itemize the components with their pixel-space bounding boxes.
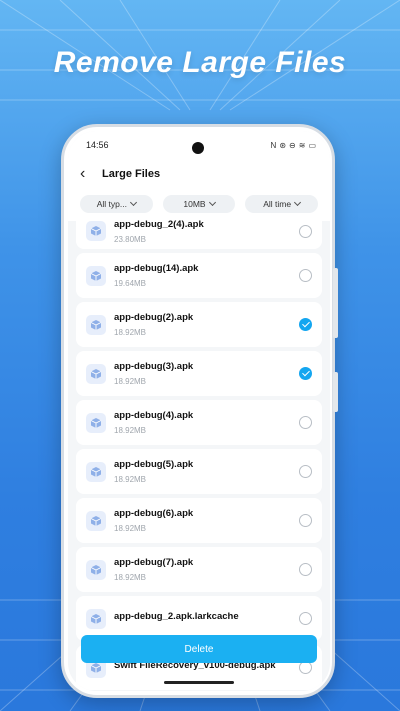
wifi-calling-icon: ⊛: [279, 140, 287, 150]
file-info: app-debug(5).apk 18.92MB: [114, 459, 299, 484]
file-size: 18.92MB: [114, 524, 147, 533]
file-name: app-debug(5).apk: [114, 459, 194, 470]
filter-type-label: All typ...: [96, 199, 127, 209]
file-name: app-debug(14).apk: [114, 263, 199, 274]
page-title: Large Files: [102, 168, 161, 180]
apk-file-icon: [86, 221, 106, 241]
chevron-down-icon: [294, 198, 302, 207]
file-size: 19.64MB: [114, 279, 147, 288]
apk-file-icon: [86, 265, 106, 286]
file-info: app-debug(3).apk 18.92MB: [114, 361, 299, 386]
apk-file-icon: [86, 412, 106, 433]
phone-side-button: [333, 372, 338, 412]
list-item[interactable]: app-debug(3).apk 18.92MB: [76, 351, 322, 396]
file-info: app-debug(4).apk 18.92MB: [114, 410, 299, 435]
status-time: 14:56: [86, 140, 109, 150]
filter-size-label: 10MB: [183, 199, 206, 209]
list-item[interactable]: app-debug(14).apk 19.64MB: [76, 253, 322, 298]
battery-icon: ▭: [308, 140, 316, 150]
select-checkbox[interactable]: [299, 318, 312, 331]
file-size: 23.80MB: [114, 234, 147, 244]
file-info: app-debug(7).apk 18.92MB: [114, 557, 299, 582]
list-item[interactable]: app-debug(6).apk 18.92MB: [76, 498, 322, 543]
file-size: 18.92MB: [114, 475, 147, 484]
file-size: 18.92MB: [114, 328, 147, 337]
select-checkbox[interactable]: [299, 563, 312, 576]
file-info: app-debug_2(4).apk 23.80MB: [114, 219, 299, 244]
file-name: app-debug(3).apk: [114, 361, 194, 372]
file-size: 18.92MB: [114, 426, 147, 435]
filter-size-dropdown[interactable]: 10MB: [162, 195, 236, 213]
file-name: app-debug_2(4).apk: [114, 218, 204, 230]
file-info: app-debug(2).apk 18.92MB: [114, 312, 299, 337]
home-indicator: [164, 681, 234, 684]
file-name: app-debug(2).apk: [114, 312, 194, 323]
back-arrow-icon[interactable]: ‹: [80, 165, 102, 183]
filter-type-dropdown[interactable]: All typ...: [80, 195, 153, 213]
file-list: app-debug_2(4).apk 23.80MB app-debug(14).a…: [68, 213, 330, 690]
apk-file-icon: [86, 510, 106, 531]
select-checkbox[interactable]: [299, 465, 312, 478]
app-header: ‹ Large Files: [68, 159, 330, 189]
wifi-icon: ≋: [298, 140, 306, 150]
apk-file-icon: [86, 559, 106, 580]
select-checkbox[interactable]: [299, 224, 312, 238]
chevron-down-icon: [208, 198, 216, 207]
app-screen: 14:56 N ⊛ ⊖ ≋ ▭ ‹ Large Files All typ...…: [68, 131, 330, 691]
apk-file-icon: [86, 314, 106, 335]
list-item[interactable]: app-debug(2).apk 18.92MB: [76, 302, 322, 347]
apk-file-icon: [86, 608, 106, 629]
list-item[interactable]: app-debug(4).apk 18.92MB: [76, 400, 322, 445]
apk-file-icon: [86, 363, 106, 384]
list-item[interactable]: app-debug(7).apk 18.92MB: [76, 547, 322, 592]
filter-time-dropdown[interactable]: All time: [245, 195, 319, 213]
file-size: 18.92MB: [114, 573, 147, 582]
file-info: app-debug(6).apk 18.92MB: [114, 508, 299, 533]
select-checkbox[interactable]: [299, 269, 312, 282]
select-checkbox[interactable]: [299, 416, 312, 429]
dnd-icon: ⊖: [289, 140, 296, 150]
promo-title: Remove Large Files: [53, 46, 347, 79]
list-item[interactable]: app-debug_2(4).apk 23.80MB: [76, 213, 322, 249]
file-name: app-debug(4).apk: [114, 410, 194, 421]
file-info: app-debug(14).apk 19.64MB: [114, 263, 299, 288]
chevron-down-icon: [129, 198, 137, 207]
delete-button[interactable]: Delete: [81, 635, 317, 663]
front-camera: [192, 142, 204, 154]
nfc-icon: N: [270, 140, 277, 150]
select-checkbox[interactable]: [299, 367, 312, 380]
phone-side-button: [333, 268, 338, 338]
file-size: 18.92MB: [114, 377, 147, 386]
apk-file-icon: [86, 461, 106, 482]
status-icons: N ⊛ ⊖ ≋ ▭: [271, 141, 316, 150]
select-checkbox[interactable]: [299, 514, 312, 527]
select-checkbox[interactable]: [299, 612, 312, 625]
file-name: app-debug(6).apk: [114, 508, 194, 519]
filter-time-label: All time: [263, 199, 292, 209]
list-item[interactable]: app-debug(5).apk 18.92MB: [76, 449, 322, 494]
file-name: app-debug_2.apk.larkcache: [114, 610, 239, 622]
file-info: app-debug_2.apk.larkcache: [114, 611, 299, 627]
file-name: app-debug(7).apk: [114, 557, 194, 568]
